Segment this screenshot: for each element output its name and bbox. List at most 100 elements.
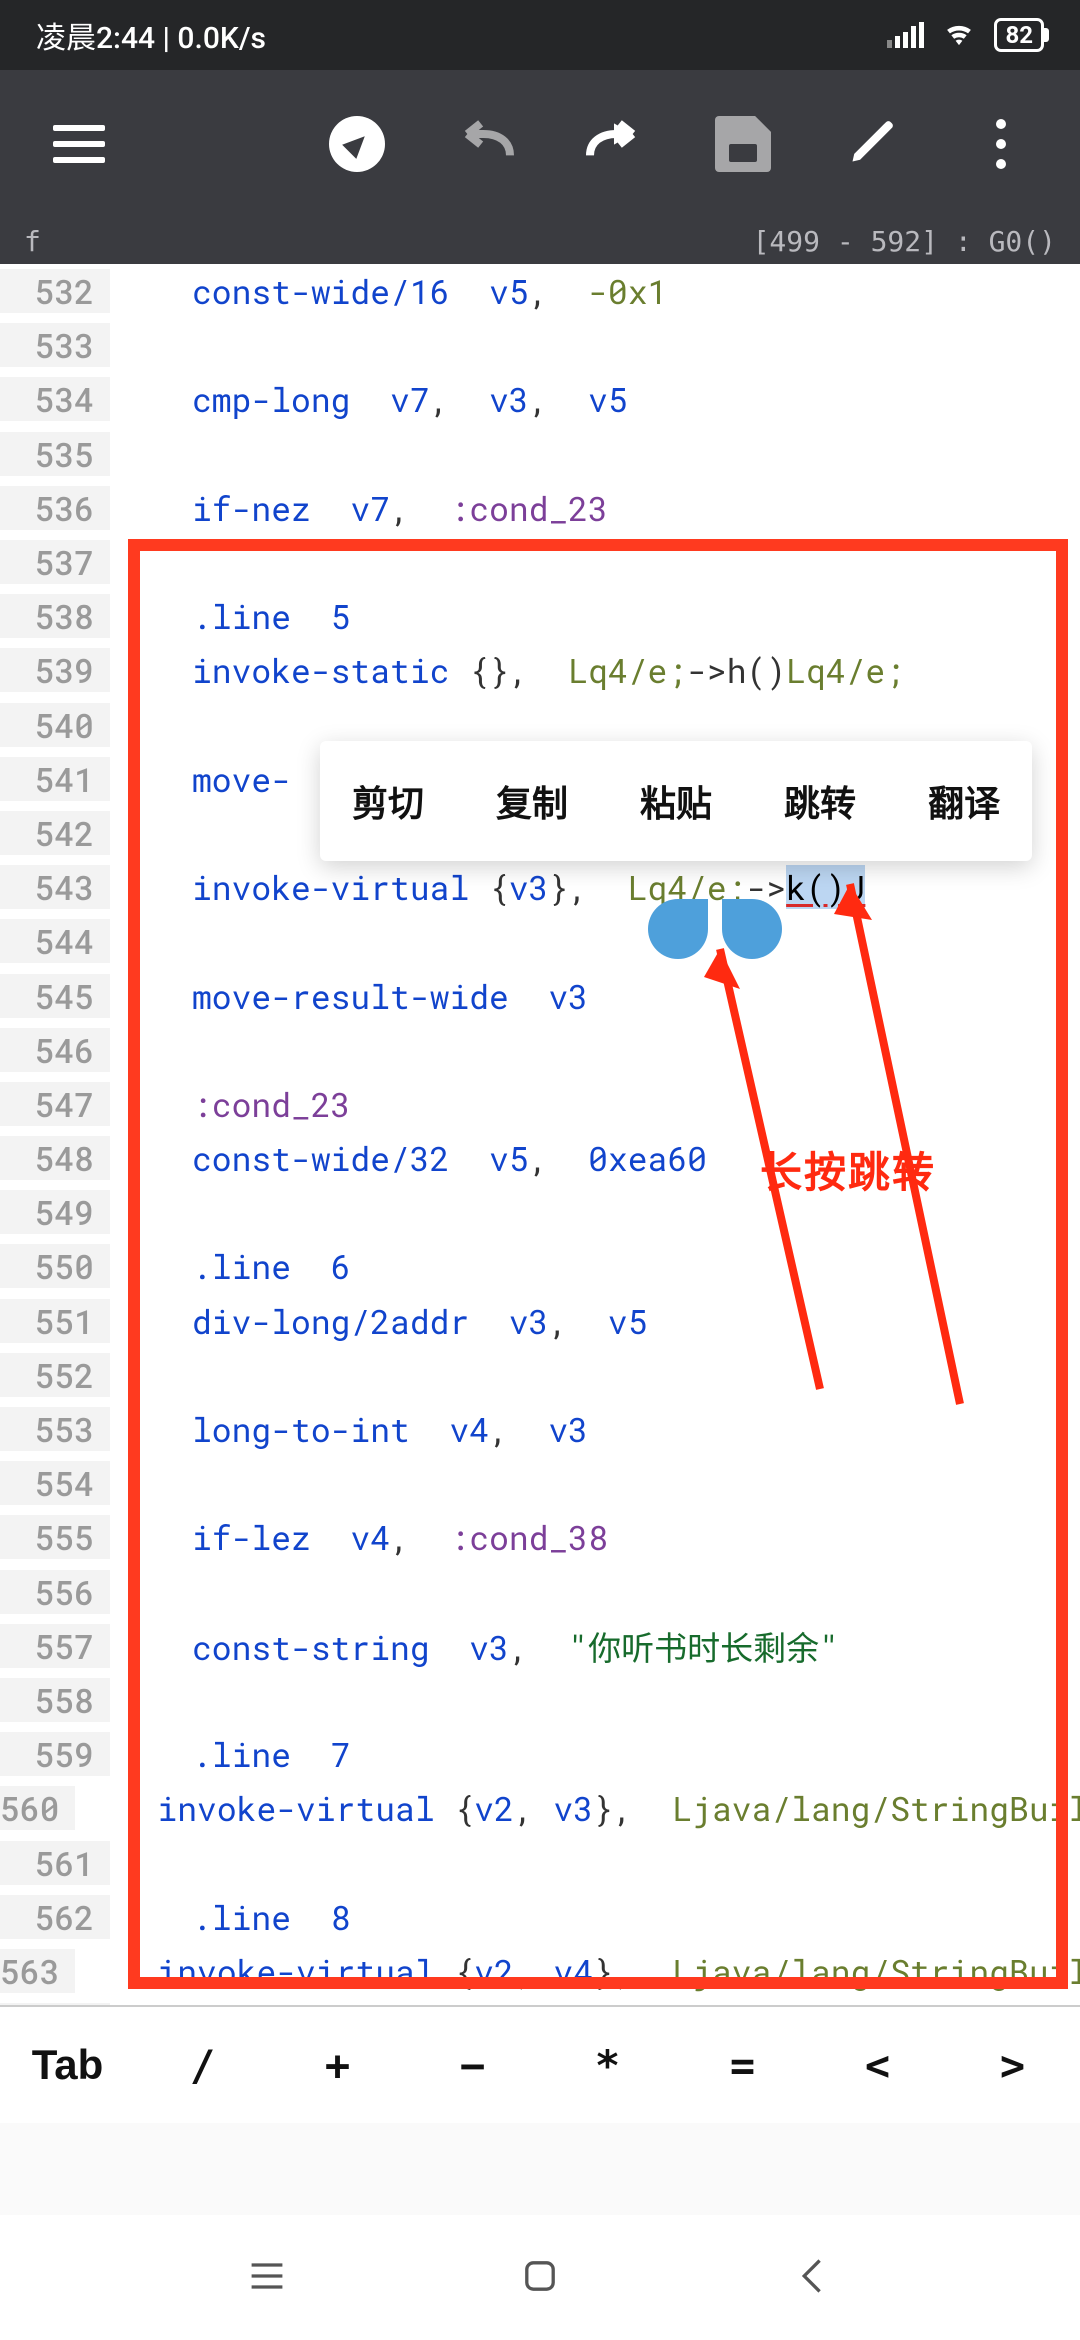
code-content[interactable]: if-lez v4, :cond_38 xyxy=(110,1515,608,1559)
code-content[interactable]: :cond_23 xyxy=(110,1082,350,1126)
line-number: 535 xyxy=(0,432,110,476)
line-number: 557 xyxy=(0,1624,110,1668)
ctx-copy[interactable]: 复制 xyxy=(482,775,582,827)
redo-icon xyxy=(582,120,646,168)
status-right: 82 xyxy=(887,15,1044,55)
line-number: 547 xyxy=(0,1082,110,1126)
code-line[interactable]: 554 xyxy=(0,1456,1080,1510)
more-icon xyxy=(996,119,1006,169)
code-content[interactable]: cmp-long v7, v3, v5 xyxy=(110,377,628,421)
code-line[interactable]: 538.line 5 xyxy=(0,589,1080,643)
line-number: 540 xyxy=(0,703,110,747)
code-line[interactable]: 535 xyxy=(0,427,1080,481)
sym-plus[interactable]: + xyxy=(270,2041,405,2090)
code-content[interactable]: .line 7 xyxy=(110,1732,350,1776)
ctx-cut[interactable]: 剪切 xyxy=(338,775,438,827)
sym-eq[interactable]: = xyxy=(675,2041,810,2090)
code-content[interactable]: move-result-wide v3 xyxy=(110,974,588,1018)
code-line[interactable]: 559.line 7 xyxy=(0,1727,1080,1781)
ctx-paste[interactable]: 粘贴 xyxy=(626,775,726,827)
code-line[interactable]: 534cmp-long v7, v3, v5 xyxy=(0,372,1080,426)
code-line[interactable]: 561 xyxy=(0,1835,1080,1889)
code-content[interactable]: .line 8 xyxy=(110,1895,350,1939)
status-bar: 凌晨2:44 | 0.0K/s 82 xyxy=(0,0,1080,70)
save-button[interactable] xyxy=(684,94,803,194)
sym-gt[interactable]: > xyxy=(945,2041,1080,2090)
sym-slash[interactable]: / xyxy=(135,2041,270,2090)
line-number: 556 xyxy=(0,1570,110,1614)
code-line[interactable]: 532const-wide/16 v5, -0x1 xyxy=(0,264,1080,318)
sym-star[interactable]: * xyxy=(540,2041,675,2090)
line-number: 542 xyxy=(0,811,110,855)
line-number: 553 xyxy=(0,1407,110,1451)
sym-tab[interactable]: Tab xyxy=(0,2041,135,2089)
breadcrumb: f [499 - 592] : G0() xyxy=(0,218,1080,264)
code-line[interactable]: 562.line 8 xyxy=(0,1890,1080,1944)
bottom-gap xyxy=(0,2123,1080,2215)
code-content[interactable]: long-to-int v4, v3 xyxy=(110,1407,588,1451)
code-line[interactable]: 564 xyxy=(0,1998,1080,2005)
line-number: 554 xyxy=(0,1461,110,1505)
edit-button[interactable] xyxy=(812,94,931,194)
line-number: 534 xyxy=(0,377,110,421)
undo-icon xyxy=(454,120,518,168)
code-line[interactable]: 555if-lez v4, :cond_38 xyxy=(0,1510,1080,1564)
line-number: 544 xyxy=(0,919,110,963)
menu-button[interactable] xyxy=(20,94,139,194)
code-content[interactable]: .line 6 xyxy=(110,1244,350,1288)
nav-home[interactable] xyxy=(518,2254,562,2302)
sym-minus[interactable]: − xyxy=(405,2041,540,2090)
line-number: 537 xyxy=(0,540,110,584)
line-number: 564 xyxy=(0,2003,110,2005)
line-number: 541 xyxy=(0,757,110,801)
wifi-icon xyxy=(942,15,976,55)
code-editor[interactable]: 532const-wide/16 v5, -0x1 533 534cmp-long … xyxy=(0,264,1080,2005)
code-content[interactable]: const-string v3, "你听书时长剩余" xyxy=(110,1622,839,1670)
line-number: 549 xyxy=(0,1190,110,1234)
sym-lt[interactable]: < xyxy=(810,2041,945,2090)
code-content[interactable]: invoke-static {}, Lq4/e;->h()Lq4/e; xyxy=(110,648,905,692)
code-line[interactable]: 536if-nez v7, :cond_23 xyxy=(0,481,1080,535)
line-number: 558 xyxy=(0,1678,110,1722)
line-number: 533 xyxy=(0,323,110,367)
code-content[interactable]: const-wide/32 v5, 0xea60 xyxy=(110,1136,707,1180)
crumb-right: [499 - 592] : G0() xyxy=(753,225,1056,258)
code-line[interactable]: 537 xyxy=(0,535,1080,589)
line-number: 561 xyxy=(0,1841,110,1885)
code-content[interactable]: div-long/2addr v3, v5 xyxy=(110,1299,648,1343)
redo-button[interactable] xyxy=(555,94,674,194)
ctx-jump[interactable]: 跳转 xyxy=(770,775,870,827)
code-content[interactable]: invoke-virtual {v2, v4}, Ljava/lang/Stri… xyxy=(75,1949,1080,1993)
code-content[interactable]: invoke-virtual {v2, v3}, Ljava/lang/Stri… xyxy=(75,1786,1080,1830)
line-number: 546 xyxy=(0,1028,110,1072)
nav-recents[interactable] xyxy=(245,2254,289,2302)
status-time: 凌晨2:44 | 0.0K/s xyxy=(36,13,266,57)
line-number: 538 xyxy=(0,594,110,638)
line-number: 552 xyxy=(0,1353,110,1397)
more-button[interactable] xyxy=(941,94,1060,194)
line-number: 551 xyxy=(0,1299,110,1343)
compass-button[interactable] xyxy=(297,94,416,194)
code-content[interactable]: .line 5 xyxy=(110,594,350,638)
nav-back[interactable] xyxy=(791,2254,835,2302)
code-content[interactable]: if-nez v7, :cond_23 xyxy=(110,486,608,530)
line-number: 545 xyxy=(0,974,110,1018)
compass-icon xyxy=(329,116,385,172)
symbol-toolbar: Tab / + − * = < > xyxy=(0,2005,1080,2123)
line-number: 560 xyxy=(0,1786,75,1830)
ctx-translate[interactable]: 翻译 xyxy=(914,775,1014,827)
code-line[interactable]: 560invoke-virtual {v2, v3}, Ljava/lang/S… xyxy=(0,1781,1080,1835)
battery-icon: 82 xyxy=(994,18,1044,52)
signal-icon xyxy=(887,22,924,48)
line-number: 550 xyxy=(0,1244,110,1288)
code-content[interactable]: const-wide/16 v5, -0x1 xyxy=(110,269,667,313)
code-content[interactable]: move- xyxy=(110,757,291,801)
undo-button[interactable] xyxy=(426,94,545,194)
code-line[interactable]: 539invoke-static {}, Lq4/e;->h()Lq4/e; xyxy=(0,643,1080,697)
code-line[interactable]: 533 xyxy=(0,318,1080,372)
code-line[interactable]: 557const-string v3, "你听书时长剩余" xyxy=(0,1619,1080,1673)
code-line[interactable]: 556 xyxy=(0,1565,1080,1619)
code-line[interactable]: 558 xyxy=(0,1673,1080,1727)
line-number: 543 xyxy=(0,865,110,909)
code-line[interactable]: 563invoke-virtual {v2, v4}, Ljava/lang/S… xyxy=(0,1944,1080,1998)
